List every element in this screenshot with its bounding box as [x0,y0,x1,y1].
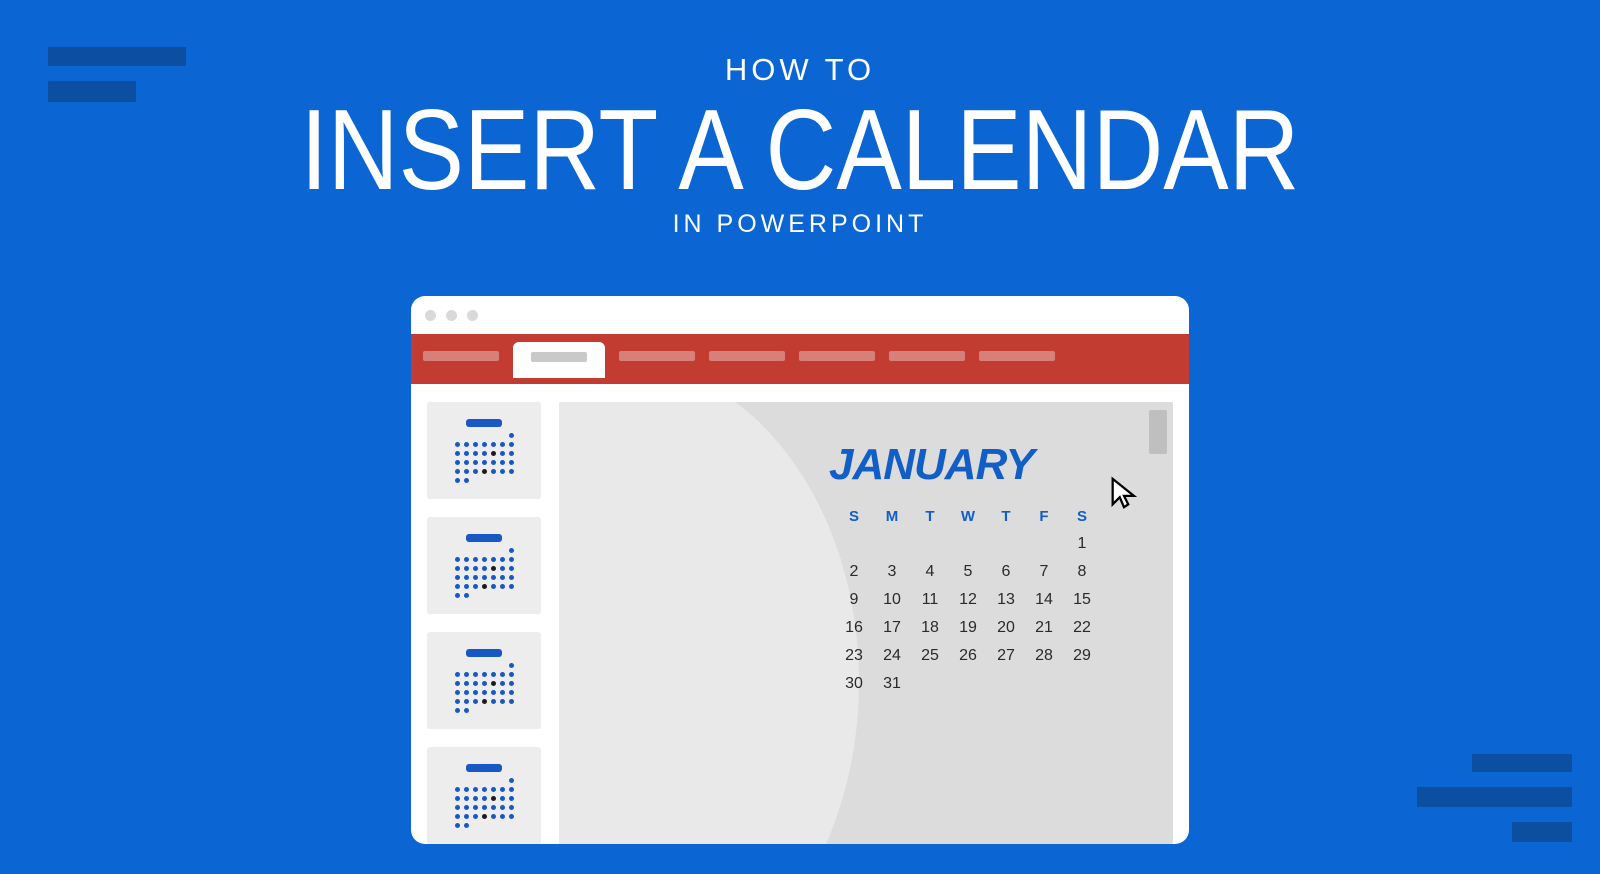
calendar-weekday: M [879,508,905,525]
calendar-day: 29 [1069,647,1095,665]
mini-cal-title [466,649,502,657]
ribbon-tab[interactable] [709,351,785,361]
calendar-day [1031,675,1057,693]
calendar-day: 5 [955,563,981,581]
ribbon-tab-active[interactable] [513,342,605,378]
app-window: JANUARY SMTWTFS 123456789101112131415161… [411,296,1189,844]
calendar-day: 12 [955,591,981,609]
calendar-weekday: S [841,508,867,525]
calendar-day [993,535,1019,553]
calendar-weekday: F [1031,508,1057,525]
deco-bar [1512,822,1572,842]
calendar-day: 26 [955,647,981,665]
slide-thumbnails [427,402,541,844]
calendar-day: 22 [1069,619,1095,637]
ribbon-tab[interactable] [979,351,1055,361]
slide-thumbnail[interactable] [427,402,541,499]
calendar-day: 21 [1031,619,1057,637]
calendar-day [993,675,1019,693]
calendar-day: 15 [1069,591,1095,609]
decoration-bottom-right [1417,754,1572,842]
calendar-day: 9 [841,591,867,609]
calendar-day: 18 [917,619,943,637]
calendar: JANUARY SMTWTFS 123456789101112131415161… [829,440,1139,703]
calendar-weekday: W [955,508,981,525]
window-dot-icon [446,310,457,321]
ribbon-tab[interactable] [799,351,875,361]
calendar-day: 23 [841,647,867,665]
calendar-day: 16 [841,619,867,637]
calendar-day: 19 [955,619,981,637]
calendar-weekday: T [993,508,1019,525]
calendar-day: 27 [993,647,1019,665]
calendar-day [917,675,943,693]
slide-thumbnail[interactable] [427,747,541,844]
mini-cal-grid [455,778,514,828]
calendar-day: 8 [1069,563,1095,581]
cursor-icon [1107,476,1141,510]
calendar-day: 11 [917,591,943,609]
mini-cal-title [466,764,502,772]
calendar-day: 1 [1069,535,1095,553]
calendar-day [1069,675,1095,693]
deco-bar [1472,754,1572,772]
ribbon-tab[interactable] [619,351,695,361]
window-dot-icon [425,310,436,321]
calendar-day [917,535,943,553]
calendar-day: 14 [1031,591,1057,609]
window-titlebar [411,296,1189,334]
mini-cal-grid [455,433,514,483]
calendar-month: JANUARY [829,440,1139,490]
window-dot-icon [467,310,478,321]
calendar-day: 17 [879,619,905,637]
ribbon-tab[interactable] [889,351,965,361]
headline-main: INSERT A CALENDAR [112,94,1488,208]
slide-thumbnail[interactable] [427,632,541,729]
mini-cal-grid [455,548,514,598]
slide-thumbnail[interactable] [427,517,541,614]
calendar-day [955,675,981,693]
calendar-grid: SMTWTFS 12345678910111213141516171819202… [829,498,1107,703]
headline-prefix: HOW TO [0,52,1600,88]
calendar-day: 20 [993,619,1019,637]
ribbon-tab[interactable] [423,351,499,361]
calendar-day: 7 [1031,563,1057,581]
calendar-day: 4 [917,563,943,581]
mini-cal-title [466,534,502,542]
calendar-day: 25 [917,647,943,665]
deco-bar [1417,787,1572,807]
calendar-day: 3 [879,563,905,581]
calendar-day: 28 [1031,647,1057,665]
mini-cal-title [466,419,502,427]
calendar-day: 2 [841,563,867,581]
calendar-day: 6 [993,563,1019,581]
mini-cal-grid [455,663,514,713]
calendar-day: 31 [879,675,905,693]
slide-canvas: JANUARY SMTWTFS 123456789101112131415161… [559,402,1173,844]
calendar-day [879,535,905,553]
calendar-day: 30 [841,675,867,693]
calendar-day [1031,535,1057,553]
calendar-weekday: T [917,508,943,525]
ribbon [411,334,1189,384]
calendar-day: 24 [879,647,905,665]
headline-suffix: IN POWERPOINT [0,210,1600,239]
calendar-day: 10 [879,591,905,609]
calendar-day [955,535,981,553]
ribbon-tab-label-placeholder [531,352,587,362]
calendar-weekday: S [1069,508,1095,525]
calendar-day [841,535,867,553]
headline: HOW TO INSERT A CALENDAR IN POWERPOINT [0,52,1600,239]
calendar-day: 13 [993,591,1019,609]
scrollbar-thumb[interactable] [1149,410,1167,454]
canvas-sheen [559,402,859,844]
work-area: JANUARY SMTWTFS 123456789101112131415161… [411,384,1189,844]
